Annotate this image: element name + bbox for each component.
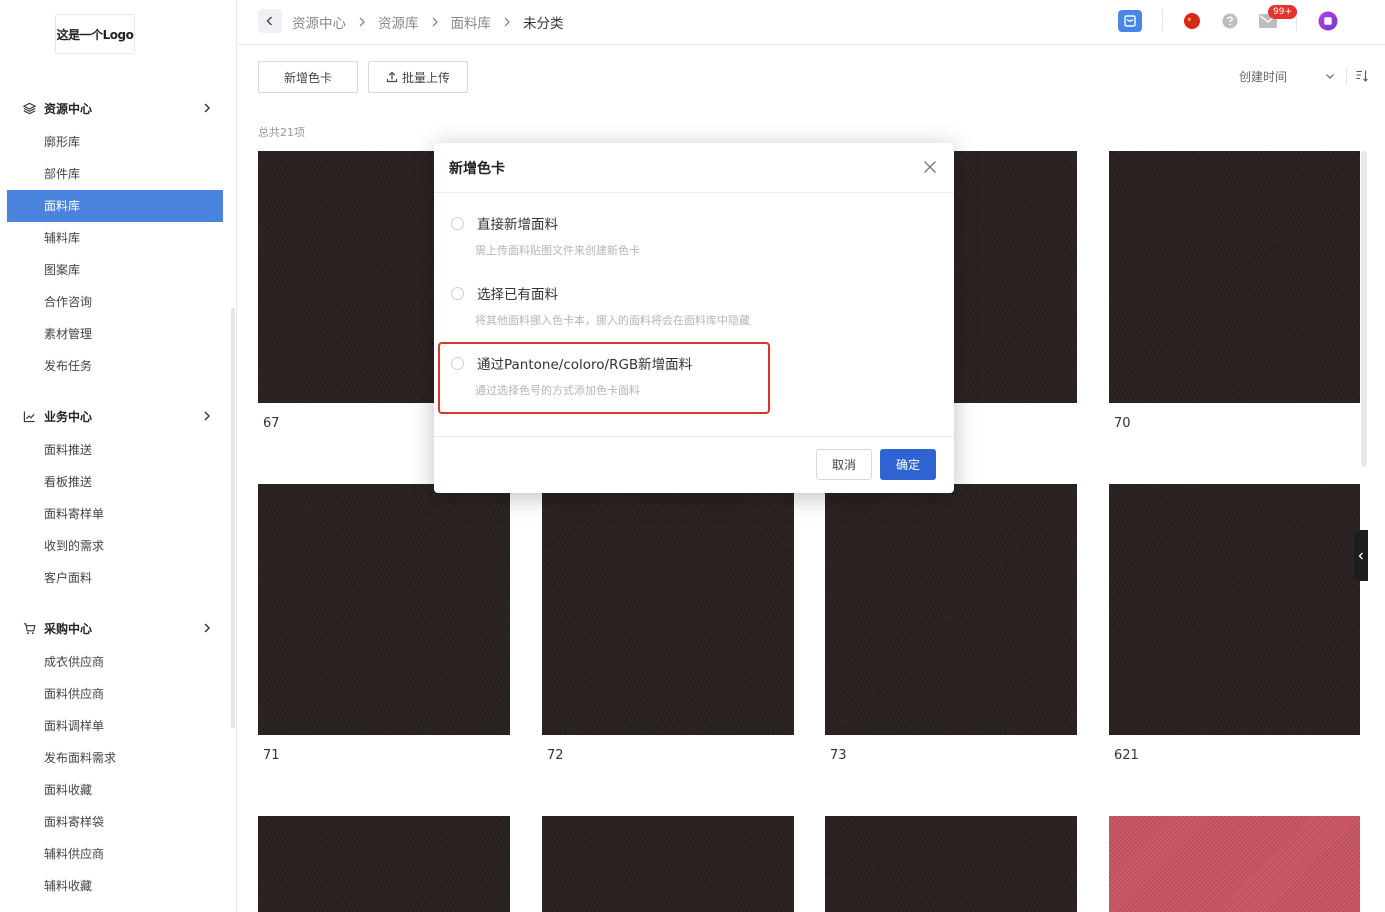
- sidebar-item-board-push[interactable]: 看板推送: [7, 466, 223, 498]
- dialog-footer-divider: [434, 436, 954, 437]
- notification-badge: 99+: [1268, 5, 1297, 19]
- chevron-down-icon[interactable]: [1324, 70, 1336, 82]
- fabric-swatch[interactable]: [542, 816, 794, 912]
- fabric-card[interactable]: [1109, 816, 1360, 912]
- fabric-card[interactable]: 73: [825, 484, 1077, 763]
- collapse-panel-button[interactable]: [1354, 530, 1368, 581]
- add-color-card-button[interactable]: 新增色卡: [258, 61, 358, 93]
- fabric-swatch[interactable]: [258, 484, 510, 735]
- radio-button[interactable]: [451, 217, 464, 230]
- fabric-swatch[interactable]: [1109, 484, 1360, 735]
- chevron-right-icon: [204, 411, 210, 421]
- fabric-swatch[interactable]: [825, 816, 1077, 912]
- fabric-swatch[interactable]: [542, 484, 794, 735]
- sidebar-item-fabric-push[interactable]: 面料推送: [7, 434, 223, 466]
- nav-section-label: 业务中心: [44, 409, 93, 424]
- layers-icon: [22, 101, 36, 115]
- top-header: 资源中心 资源库 面料库 未分类 99+: [238, 0, 1385, 45]
- sidebar-item-trims-supplier[interactable]: 辅料供应商: [7, 838, 223, 870]
- sidebar-item-silhouette-lib[interactable]: 廓形库: [7, 126, 223, 158]
- fabric-card[interactable]: 71: [258, 484, 510, 763]
- sidebar-item-sample-order[interactable]: 面料寄样单: [7, 498, 223, 530]
- option-select-existing[interactable]: 选择已有面料 将其他面料挪入色卡本，挪入的面料将会在面料库中隐藏: [449, 283, 929, 333]
- inbox-icon[interactable]: [1118, 9, 1142, 33]
- avatar-icon[interactable]: [1318, 9, 1338, 33]
- option-label: 直接新增面料: [477, 217, 558, 233]
- sidebar-item-fabric-sample-bag[interactable]: 面料寄样袋: [7, 806, 223, 838]
- confirm-button[interactable]: 确定: [880, 449, 936, 480]
- close-icon[interactable]: [922, 159, 938, 175]
- sidebar-item-customer-fabric[interactable]: 客户面料: [7, 562, 223, 594]
- sidebar-scrollbar[interactable]: [231, 308, 235, 728]
- sidebar-item-component-lib[interactable]: 部件库: [7, 158, 223, 190]
- cancel-button[interactable]: 取消: [816, 449, 872, 480]
- fabric-card-label: 72: [547, 748, 564, 763]
- sidebar-item-received-needs[interactable]: 收到的需求: [7, 530, 223, 562]
- fabric-card-label: 73: [830, 748, 847, 763]
- fabric-card[interactable]: [258, 816, 510, 912]
- nav-section-business-center[interactable]: 业务中心: [22, 405, 217, 427]
- option-description: 将其他面料挪入色卡本，挪入的面料将会在面料库中隐藏: [475, 314, 750, 327]
- sort-select[interactable]: 创建时间: [1239, 68, 1287, 85]
- fabric-swatch[interactable]: [1109, 816, 1360, 912]
- sidebar-item-trims-lib[interactable]: 辅料库: [7, 222, 223, 254]
- toolbar-divider: [1346, 68, 1347, 85]
- sidebar-item-fabric-supplier[interactable]: 面料供应商: [7, 678, 223, 710]
- dialog-header: 新增色卡: [434, 143, 954, 193]
- sidebar-item-fabric-sample-request[interactable]: 面料调样单: [7, 710, 223, 742]
- logo[interactable]: 这是一个Logo: [55, 14, 135, 54]
- option-description: 需上传面料贴图文件来创建新色卡: [475, 244, 640, 257]
- option-direct-add[interactable]: 直接新增面料 需上传面料贴图文件来创建新色卡: [449, 213, 929, 263]
- radio-button[interactable]: [451, 287, 464, 300]
- chevron-right-icon: [204, 103, 210, 113]
- header-divider: [1162, 9, 1163, 31]
- nav-section-label: 采购中心: [44, 621, 93, 636]
- fabric-card[interactable]: [542, 816, 794, 912]
- option-label: 选择已有面料: [477, 287, 558, 303]
- fabric-swatch[interactable]: [258, 816, 510, 912]
- china-flag-icon[interactable]: [1182, 9, 1202, 33]
- fabric-card[interactable]: 621: [1109, 484, 1360, 763]
- content-scrollbar[interactable]: [1361, 151, 1367, 467]
- sidebar-item-fabric-favorites[interactable]: 面料收藏: [7, 774, 223, 806]
- batch-upload-button[interactable]: 批量上传: [368, 61, 468, 93]
- sidebar-item-pattern-lib[interactable]: 图案库: [7, 254, 223, 286]
- sidebar-item-fabric-lib[interactable]: 面料库: [7, 190, 223, 222]
- fabric-card[interactable]: [825, 816, 1077, 912]
- add-color-card-dialog: 新增色卡 直接新增面料 需上传面料贴图文件来创建新色卡 选择已有面料 将其他面料…: [434, 143, 954, 493]
- sidebar-item-trims-favorites[interactable]: 辅料收藏: [7, 870, 223, 902]
- sidebar-item-publish-fabric-need[interactable]: 发布面料需求: [7, 742, 223, 774]
- fabric-card-label: 621: [1114, 748, 1139, 763]
- sidebar-item-publish-task[interactable]: 发布任务: [7, 350, 223, 382]
- sidebar-item-material-mgmt[interactable]: 素材管理: [7, 318, 223, 350]
- chevron-right-icon: [204, 623, 210, 633]
- fabric-card-label: 71: [263, 748, 280, 763]
- nav-section-purchase-center[interactable]: 采购中心: [22, 617, 217, 639]
- fabric-swatch[interactable]: [1109, 151, 1360, 403]
- chevron-left-icon: [1358, 552, 1363, 559]
- fabric-card-label: 70: [1114, 416, 1131, 431]
- highlight-box: [438, 342, 770, 414]
- nav-section-label: 资源中心: [44, 101, 93, 116]
- sidebar: 这是一个Logo 资源中心 廓形库 部件库 面料库 辅料库 图案库 合作咨询 素…: [0, 0, 237, 912]
- nav-section-resource-center[interactable]: 资源中心: [22, 97, 217, 119]
- app-root: 这是一个Logo 资源中心 廓形库 部件库 面料库 辅料库 图案库 合作咨询 素…: [0, 0, 1385, 912]
- header-actions: [238, 9, 1385, 33]
- upload-icon: [386, 71, 398, 83]
- sidebar-item-garment-supplier[interactable]: 成衣供应商: [7, 646, 223, 678]
- sidebar-item-cooperation[interactable]: 合作咨询: [7, 286, 223, 318]
- cart-icon: [22, 621, 36, 635]
- chart-line-icon: [22, 409, 36, 423]
- sort-order-icon[interactable]: [1355, 69, 1369, 83]
- fabric-card[interactable]: 72: [542, 484, 794, 763]
- help-icon[interactable]: [1220, 9, 1240, 33]
- batch-upload-label: 批量上传: [401, 70, 450, 85]
- fabric-card[interactable]: 70: [1109, 151, 1360, 431]
- dialog-title: 新增色卡: [449, 161, 505, 177]
- fabric-swatch[interactable]: [825, 484, 1077, 735]
- total-count: 总共21项: [258, 126, 305, 139]
